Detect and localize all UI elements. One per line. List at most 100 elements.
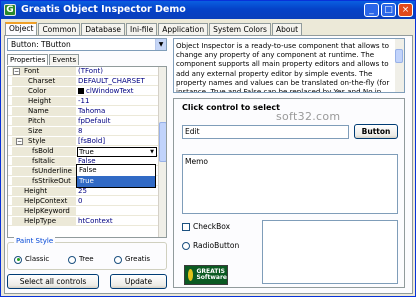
property-grid: Font − (TFont) Charset DEFAULT_CHARSET Color c… [7, 66, 167, 238]
property-row[interactable]: Pitch fpDefault [8, 117, 158, 126]
paint-style-legend: Paint Style [14, 237, 56, 245]
property-value-text: 25 [78, 187, 87, 195]
checkbox-indicator[interactable] [182, 222, 190, 231]
property-grid-scrollbar[interactable] [158, 67, 166, 237]
property-value-text: Tahoma [78, 107, 106, 115]
property-name: Name [12, 107, 76, 116]
property-row[interactable]: Style − [fsBold] [8, 137, 158, 146]
radio-greatis[interactable]: Greatis [114, 255, 150, 264]
close-button[interactable]: × [398, 3, 413, 17]
radio-classic[interactable]: Classic [14, 255, 49, 264]
select-all-controls-button[interactable]: Select all controls [7, 274, 99, 289]
property-value[interactable]: clWindowText [77, 87, 157, 96]
property-value[interactable]: [fsBold] [77, 137, 157, 146]
property-row[interactable]: Color clWindowText [8, 87, 158, 96]
inspector-tabs: Properties Events [7, 54, 80, 65]
tab-system-colors[interactable]: System Colors [209, 23, 271, 35]
property-name: fsItalic [12, 157, 76, 166]
radio-tree-indicator[interactable] [68, 255, 76, 264]
demo-checkbox[interactable]: CheckBox [182, 222, 230, 231]
greatis-logo-icon [188, 269, 194, 281]
window-title: Greatis Object Inspector Demo [21, 4, 186, 15]
greatis-logo: GREATIS Software [184, 265, 228, 285]
demo-edit-field[interactable]: Edit [182, 125, 349, 139]
property-row[interactable]: fsBold True ▼ [8, 147, 158, 157]
property-name: HelpContext [12, 197, 76, 206]
property-value[interactable]: DEFAULT_CHARSET [77, 77, 157, 86]
property-value[interactable]: Tahoma [77, 107, 157, 116]
value-dropdown-list[interactable]: False True [76, 164, 156, 188]
chevron-down-icon[interactable]: ▼ [155, 39, 166, 50]
property-value[interactable]: 8 [77, 127, 157, 136]
property-value[interactable]: True ▼ [77, 147, 157, 157]
property-name: Height [12, 97, 76, 106]
object-selector-value: Button: TButton [11, 40, 71, 49]
scrollbar-thumb[interactable] [159, 122, 166, 162]
property-row[interactable]: Font − (TFont) [8, 67, 158, 76]
maximize-button[interactable]: □ [381, 3, 396, 17]
tab-application[interactable]: Application [158, 23, 209, 35]
property-row[interactable]: Height 25 [8, 187, 158, 196]
property-value[interactable]: 25 [77, 187, 157, 196]
radio-tree-label: Tree [79, 255, 94, 263]
property-name: Pitch [12, 117, 76, 126]
property-row[interactable]: HelpContext 0 [8, 197, 158, 206]
property-name: Height [12, 187, 76, 196]
tab-object[interactable]: Object [5, 22, 38, 35]
demo-memo[interactable]: Memo [182, 154, 398, 214]
dropdown-option-false[interactable]: False [77, 165, 155, 176]
tab-events[interactable]: Events [49, 54, 80, 65]
demo-box [262, 220, 398, 284]
collapse-icon[interactable]: − [13, 68, 20, 75]
radio-tree[interactable]: Tree [68, 255, 94, 264]
property-value-text: [fsBold] [78, 137, 106, 145]
tab-common[interactable]: Common [38, 23, 81, 35]
property-row[interactable]: Height -11 [8, 97, 158, 106]
demo-radio-button[interactable]: RadioButton [182, 241, 239, 250]
property-value[interactable]: (TFont) [77, 67, 157, 76]
main-tabs: Object Common Database Ini-file Applicat… [5, 22, 303, 35]
radio-button-label: RadioButton [193, 241, 240, 250]
tab-ini-file[interactable]: Ini-file [126, 23, 158, 35]
dropdown-option-true[interactable]: True [77, 176, 155, 187]
description-scrollbar-thumb[interactable] [395, 49, 403, 63]
property-value-text: True [79, 148, 94, 156]
property-row[interactable]: HelpType htContext [8, 217, 158, 226]
object-selector[interactable]: Button: TButton ▼ [7, 38, 167, 51]
checkbox-label: CheckBox [193, 222, 231, 231]
paint-style-group: Paint Style Classic Tree Greatis [7, 237, 167, 270]
description-scrollbar[interactable] [395, 39, 404, 92]
radio-classic-indicator[interactable] [14, 255, 22, 264]
property-value-text: (TFont) [78, 67, 103, 75]
color-swatch [78, 88, 84, 94]
demo-button[interactable]: Button [354, 124, 398, 139]
tab-properties[interactable]: Properties [7, 54, 49, 65]
property-row[interactable]: Size 8 [8, 127, 158, 136]
property-value-text: 0 [78, 197, 83, 205]
property-value[interactable]: htContext [77, 217, 157, 226]
property-value-text: clWindowText [86, 87, 134, 95]
property-value[interactable]: -11 [77, 97, 157, 106]
main-window: G Greatis Object Inspector Demo _ □ × Ob… [0, 0, 416, 297]
chevron-down-icon[interactable]: ▼ [148, 148, 156, 156]
property-row[interactable]: Name Tahoma [8, 107, 158, 116]
title-bar[interactable]: G Greatis Object Inspector Demo _ □ × [1, 1, 415, 19]
demo-controls-panel: Click control to select soft32.com Edit … [173, 98, 405, 288]
update-button[interactable]: Update [110, 274, 167, 289]
property-value-text: -11 [78, 97, 90, 105]
tab-about[interactable]: About [271, 23, 303, 35]
property-value[interactable]: fpDefault [77, 117, 157, 126]
property-row[interactable]: Charset DEFAULT_CHARSET [8, 77, 158, 86]
minimize-button[interactable]: _ [364, 3, 379, 17]
description-body: Object Inspector is a ready-to-use compo… [176, 41, 390, 93]
property-value-text: DEFAULT_CHARSET [78, 77, 145, 85]
collapse-icon[interactable]: − [16, 138, 23, 145]
radio-greatis-label: Greatis [125, 255, 151, 263]
property-row[interactable]: HelpKeyword [8, 207, 158, 216]
property-value[interactable] [77, 207, 157, 216]
radio-button-indicator[interactable] [182, 241, 190, 250]
property-value[interactable]: 0 [77, 197, 157, 206]
tab-database[interactable]: Database [81, 23, 126, 35]
watermark: soft32.com [276, 110, 341, 123]
radio-greatis-indicator[interactable] [114, 255, 122, 264]
